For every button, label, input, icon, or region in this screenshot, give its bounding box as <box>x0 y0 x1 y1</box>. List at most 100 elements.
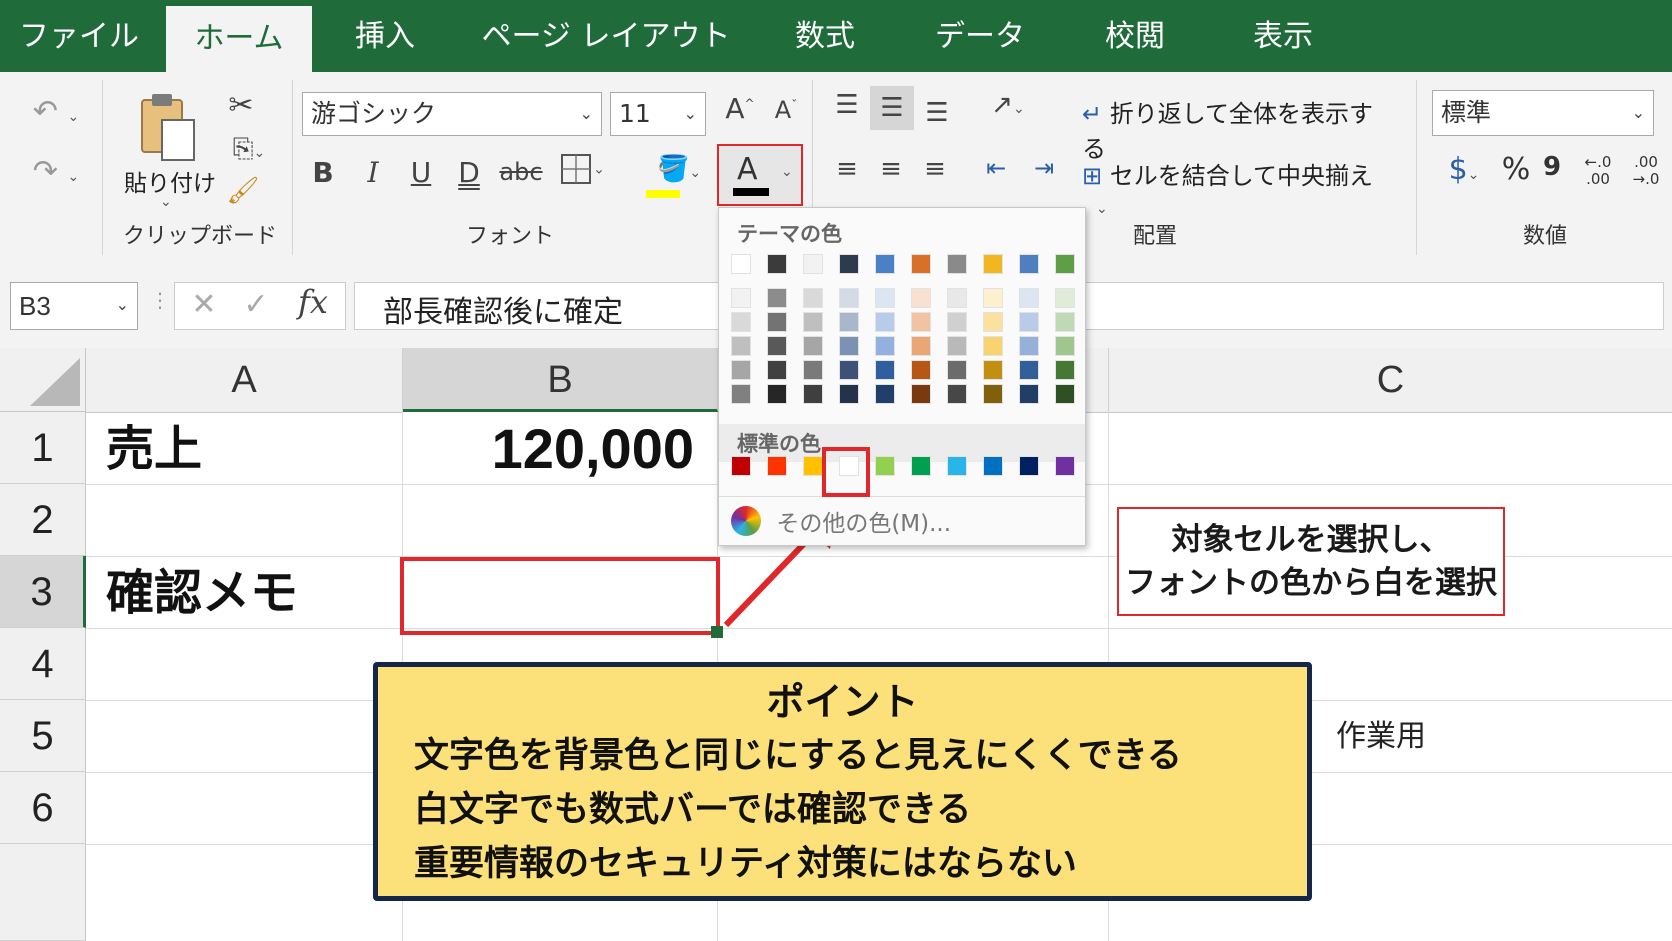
percent-button[interactable]: % <box>1498 152 1534 192</box>
align-right-icon[interactable]: ≡ <box>918 154 952 190</box>
theme-color-swatch[interactable] <box>947 254 967 274</box>
merge-center-button[interactable]: ⊞ セルを結合して中央揃え ⌄ <box>1082 156 1402 217</box>
number-format-select[interactable]: 標準 ⌄ <box>1432 90 1654 136</box>
paste-button[interactable]: 貼り付け <box>120 164 220 198</box>
theme-shade-swatch[interactable] <box>767 288 787 308</box>
tab-data[interactable]: データ <box>920 0 1040 72</box>
standard-color-swatch[interactable] <box>947 456 967 476</box>
theme-shade-swatch[interactable] <box>983 360 1003 380</box>
comma-button[interactable]: 9 <box>1540 152 1564 192</box>
double-underline-button[interactable]: D <box>452 156 486 196</box>
theme-shade-swatch[interactable] <box>839 336 859 356</box>
insert-function-icon[interactable]: fx <box>293 283 333 321</box>
decrease-decimal-button[interactable]: .00 →.0 <box>1626 154 1666 194</box>
row-header-6[interactable]: 6 <box>0 772 86 844</box>
theme-color-swatch[interactable] <box>731 254 751 274</box>
theme-shade-swatch[interactable] <box>983 312 1003 332</box>
format-painter-icon[interactable]: 🖌 <box>226 176 260 210</box>
theme-shade-swatch[interactable] <box>1055 288 1075 308</box>
theme-color-swatch[interactable] <box>839 254 859 274</box>
theme-shade-swatch[interactable] <box>767 384 787 404</box>
theme-shade-swatch[interactable] <box>839 360 859 380</box>
select-all-button[interactable] <box>0 348 86 412</box>
theme-shade-swatch[interactable] <box>947 360 967 380</box>
tab-view[interactable]: 表示 <box>1228 0 1338 72</box>
theme-shade-swatch[interactable] <box>911 288 931 308</box>
redo-icon[interactable]: ↷ ⌄ <box>26 154 86 194</box>
theme-shade-swatch[interactable] <box>731 384 751 404</box>
standard-color-swatch[interactable] <box>911 456 931 476</box>
decrease-indent-icon[interactable]: ⇤ <box>978 154 1014 190</box>
row-header-7[interactable] <box>0 844 86 941</box>
standard-color-swatch[interactable] <box>875 456 895 476</box>
theme-shade-swatch[interactable] <box>911 336 931 356</box>
increase-indent-icon[interactable]: ⇥ <box>1026 154 1062 190</box>
theme-color-swatch[interactable] <box>767 254 787 274</box>
theme-color-swatch[interactable] <box>875 254 895 274</box>
paste-icon[interactable] <box>136 90 200 170</box>
tab-page-layout[interactable]: ページ レイアウト <box>478 0 734 72</box>
theme-shade-swatch[interactable] <box>1055 312 1075 332</box>
bold-button[interactable]: B <box>306 156 340 196</box>
theme-shade-swatch[interactable] <box>731 288 751 308</box>
borders-button[interactable]: ⌄ <box>552 152 612 196</box>
drag-handle-icon[interactable]: ⋮ <box>150 288 170 328</box>
align-left-icon[interactable]: ≡ <box>830 154 864 190</box>
cell-a3[interactable]: 確認メモ <box>106 556 298 628</box>
increase-decimal-button[interactable]: ←.0 .00 <box>1578 154 1618 194</box>
cancel-icon[interactable]: ✕ <box>189 287 219 322</box>
enter-icon[interactable]: ✓ <box>241 287 271 322</box>
theme-shade-swatch[interactable] <box>947 336 967 356</box>
standard-color-swatch[interactable] <box>983 456 1003 476</box>
standard-color-swatch[interactable] <box>803 456 823 476</box>
cell-a1[interactable]: 売上 <box>106 412 202 484</box>
standard-color-swatch[interactable] <box>1019 456 1039 476</box>
theme-shade-swatch[interactable] <box>875 384 895 404</box>
theme-shade-swatch[interactable] <box>983 336 1003 356</box>
theme-color-swatch[interactable] <box>911 254 931 274</box>
theme-shade-swatch[interactable] <box>1055 360 1075 380</box>
column-header-c[interactable]: C <box>1109 348 1672 413</box>
row-header-2[interactable]: 2 <box>0 484 86 556</box>
standard-color-swatch[interactable] <box>767 456 787 476</box>
wrap-text-button[interactable]: ↵ 折り返して全体を表示する <box>1082 94 1392 163</box>
cell-c5[interactable]: 作業用 <box>1336 700 1426 772</box>
font-name-select[interactable]: 游ゴシック ⌄ <box>302 92 602 136</box>
theme-shade-swatch[interactable] <box>983 384 1003 404</box>
theme-color-swatch[interactable] <box>803 254 823 274</box>
theme-shade-swatch[interactable] <box>947 312 967 332</box>
shrink-font-button[interactable]: Aˇ <box>768 96 804 136</box>
font-size-select[interactable]: 11 ⌄ <box>610 92 706 136</box>
align-top-icon[interactable]: ☰ <box>830 90 864 122</box>
row-header-4[interactable]: 4 <box>0 628 86 700</box>
italic-button[interactable]: I <box>356 156 390 196</box>
currency-button[interactable]: $⌄ <box>1436 152 1492 192</box>
theme-shade-swatch[interactable] <box>875 336 895 356</box>
theme-shade-swatch[interactable] <box>803 360 823 380</box>
theme-shade-swatch[interactable] <box>875 288 895 308</box>
theme-shade-swatch[interactable] <box>875 312 895 332</box>
grow-font-button[interactable]: A^ <box>722 92 758 132</box>
font-color-button[interactable]: A ⌄ <box>717 144 803 206</box>
theme-shade-swatch[interactable] <box>1019 360 1039 380</box>
theme-shade-swatch[interactable] <box>839 384 859 404</box>
theme-color-swatch[interactable] <box>1019 254 1039 274</box>
undo-icon[interactable]: ↶ ⌄ <box>26 94 86 134</box>
theme-color-swatch[interactable] <box>983 254 1003 274</box>
theme-shade-swatch[interactable] <box>731 312 751 332</box>
row-header-1[interactable]: 1 <box>0 412 86 484</box>
tab-review[interactable]: 校閲 <box>1080 0 1190 72</box>
tab-insert[interactable]: 挿入 <box>330 0 440 72</box>
theme-shade-swatch[interactable] <box>1055 384 1075 404</box>
orientation-icon[interactable]: ↗⌄ <box>978 90 1038 130</box>
align-bottom-icon[interactable]: ☰ <box>920 98 954 130</box>
theme-shade-swatch[interactable] <box>947 384 967 404</box>
column-header-b[interactable]: B <box>403 348 718 412</box>
tab-file[interactable]: ファイル <box>14 0 144 72</box>
theme-shade-swatch[interactable] <box>983 288 1003 308</box>
theme-shade-swatch[interactable] <box>1055 336 1075 356</box>
cut-icon[interactable]: ✂ <box>224 88 258 123</box>
theme-shade-swatch[interactable] <box>731 336 751 356</box>
theme-shade-swatch[interactable] <box>803 312 823 332</box>
fill-color-button[interactable]: 🪣⌄ <box>644 154 714 200</box>
